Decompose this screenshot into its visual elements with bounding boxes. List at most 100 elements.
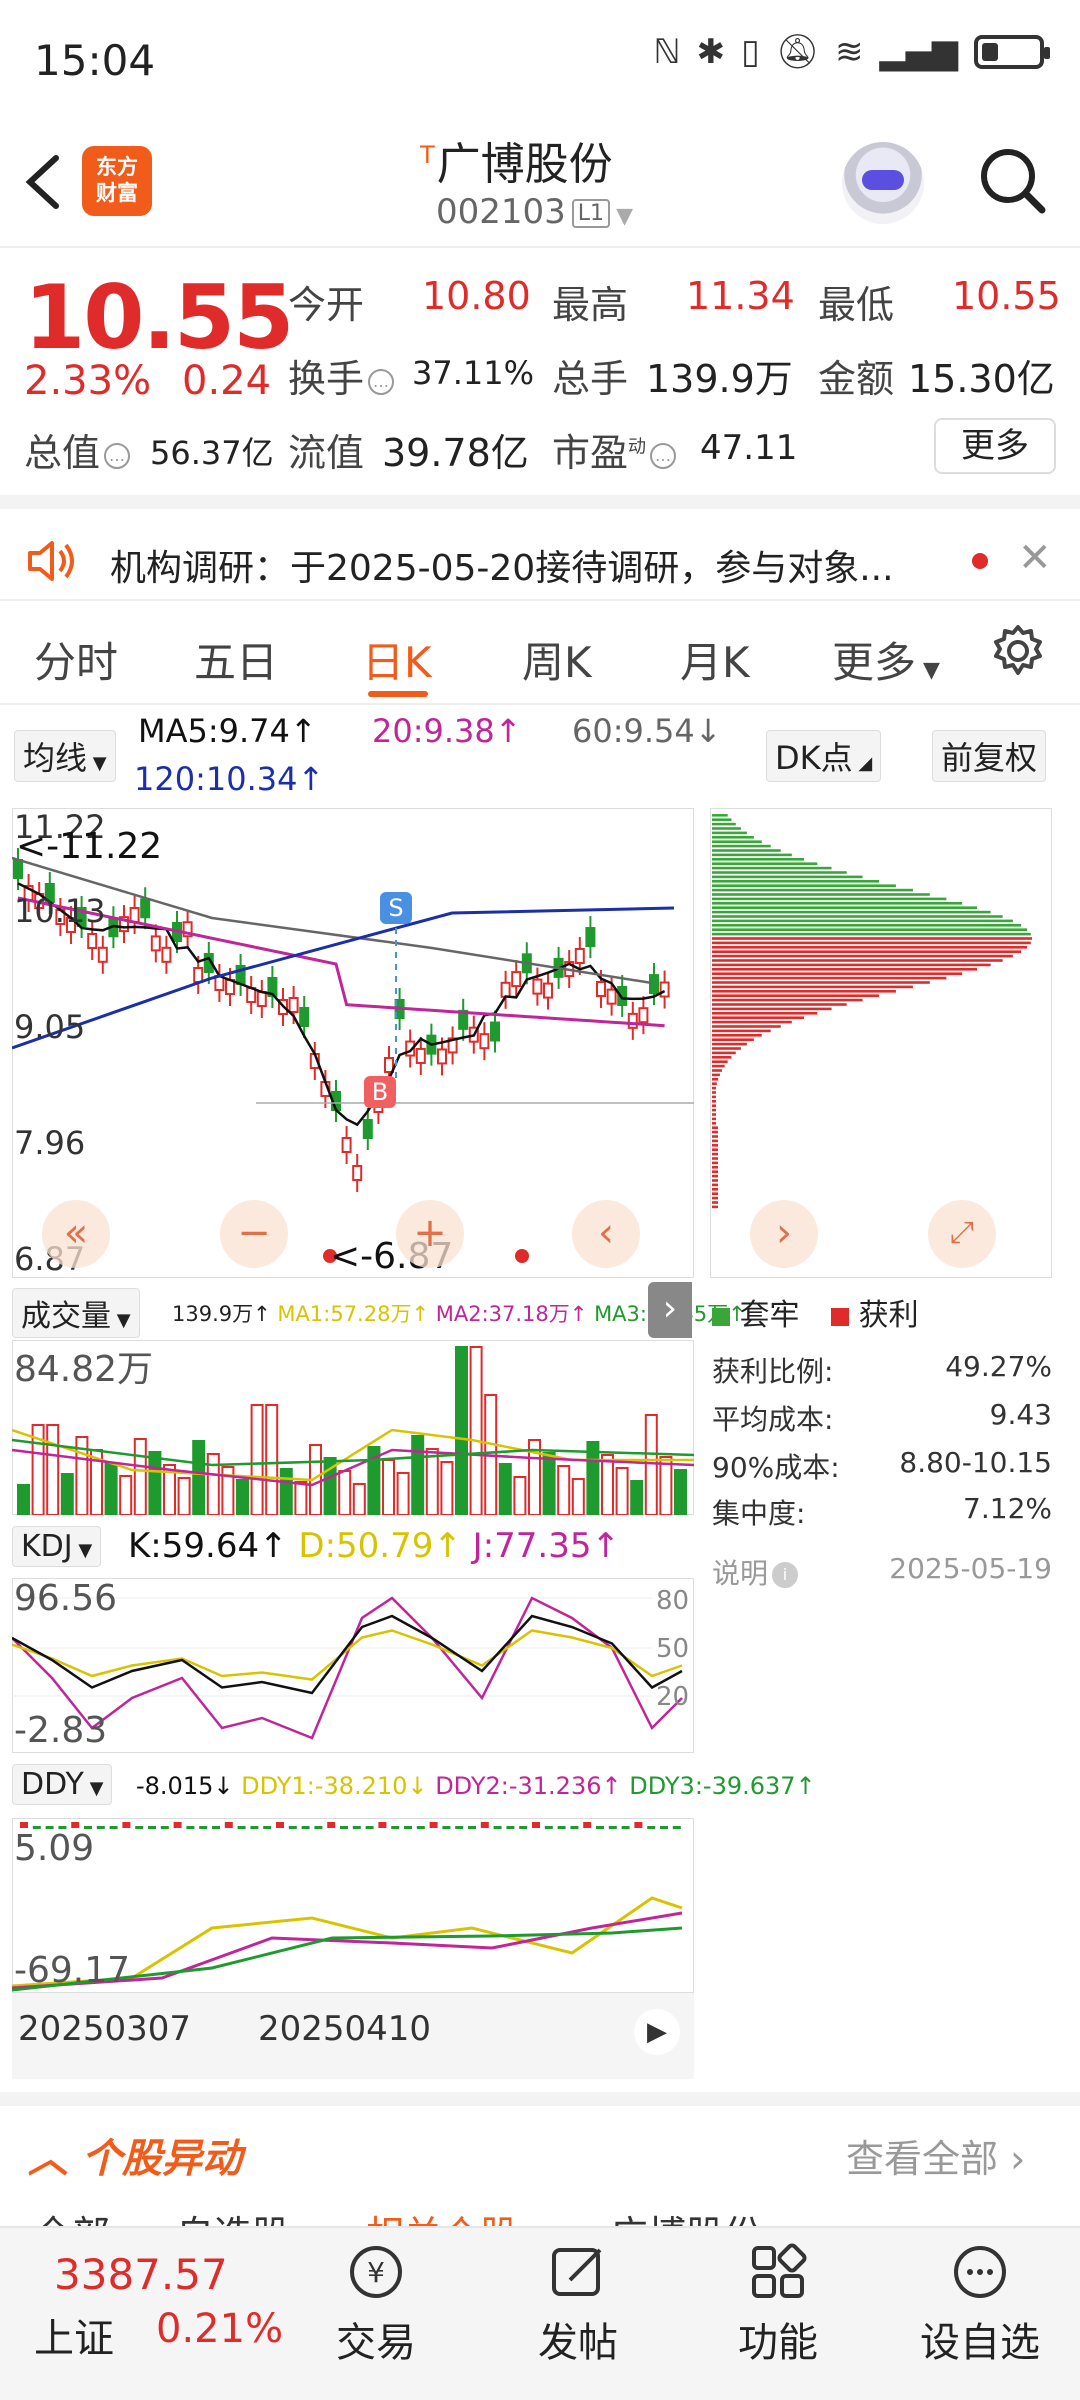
- note-label[interactable]: 说明: [712, 1557, 768, 1590]
- date-axis: 20250307 20250410 ▶: [12, 1993, 694, 2079]
- nav-functions-label: 功能: [738, 2320, 818, 2366]
- sell-tag[interactable]: S: [380, 892, 412, 924]
- close-icon[interactable]: ✕: [1018, 535, 1052, 581]
- zoom-in-icon[interactable]: +: [396, 1200, 464, 1268]
- volume-bar: [133, 1438, 147, 1516]
- chip-bar: [712, 1012, 818, 1015]
- chevron-right-icon[interactable]: ›: [750, 1200, 818, 1268]
- ddy-bar: [570, 1826, 579, 1829]
- dk-point-selector[interactable]: DK点 ◢: [766, 730, 882, 782]
- view-all-label: 查看全部: [846, 2137, 999, 2181]
- tab-intraday[interactable]: 分时: [34, 629, 118, 690]
- kdj-j: J:77.35↑: [472, 1526, 620, 1566]
- view-all-link[interactable]: 查看全部 ›: [846, 2128, 1025, 2183]
- robot-assistant-avatar[interactable]: [842, 142, 924, 224]
- nav-post-label: 发帖: [538, 2320, 618, 2366]
- ddy-bar: [557, 1826, 566, 1829]
- volume-bar: [177, 1477, 191, 1516]
- ddy-chart[interactable]: 5.09 -69.17: [11, 1818, 694, 1993]
- stock-name-text: 广博股份: [436, 139, 613, 190]
- kdj-y-max: 96.56: [14, 1578, 118, 1619]
- nav-add-watchlist[interactable]: 设自选: [910, 2242, 1050, 2368]
- ddy-header: DDY ▼ -8.015↓ DDY1:-38.210↓ DDY2:-31.236…: [12, 1758, 816, 1814]
- chip-bar: [712, 1192, 718, 1195]
- chip-bar: [712, 1139, 718, 1143]
- back-button[interactable]: [22, 152, 62, 227]
- volume-selector[interactable]: 成交量 ▼: [12, 1288, 140, 1338]
- tab-five-day[interactable]: 五日: [194, 629, 278, 690]
- total-cap-label-text: 总值: [24, 431, 101, 475]
- ddy-selector[interactable]: DDY ▼: [12, 1764, 113, 1805]
- concentration-label: 集中度:: [712, 1497, 806, 1530]
- status-time: 15:04: [34, 36, 156, 85]
- tab-weekly-k[interactable]: 周K: [522, 629, 592, 690]
- nav-functions[interactable]: 功能: [708, 2242, 848, 2368]
- expand-panel-button[interactable]: ›: [648, 1282, 692, 1338]
- chip-bar: [712, 950, 1022, 953]
- ddy-y-min: -69.17: [14, 1950, 131, 1991]
- stock-code[interactable]: 002103 L1 ▼: [436, 192, 633, 232]
- chip-bar: [712, 1042, 747, 1046]
- kdj-chart[interactable]: 96.56 -2.83 80 50 20: [11, 1578, 694, 1753]
- index-percent: 0.21%: [156, 2306, 284, 2352]
- chevron-up-icon: ︿: [28, 2136, 82, 2182]
- adjust-selector[interactable]: 前复权: [932, 730, 1047, 782]
- volume-bar: [411, 1435, 425, 1516]
- chip-bar: [712, 1122, 716, 1125]
- buy-tag[interactable]: B: [364, 1076, 396, 1108]
- ddy-bar: [544, 1826, 553, 1829]
- tab-more-label: 更多: [832, 638, 917, 687]
- info-icon[interactable]: i: [772, 1562, 799, 1588]
- chevron-right-icon: ›: [998, 2137, 1026, 2181]
- ddy-bar: [365, 1826, 374, 1829]
- info-icon[interactable]: …: [368, 368, 395, 395]
- chip-bar: [712, 963, 991, 967]
- volume-bar: [206, 1453, 220, 1516]
- turnover-value: 37.11%: [412, 354, 535, 392]
- play-icon[interactable]: ▶: [634, 2009, 680, 2055]
- chip-bar: [712, 1007, 832, 1011]
- ddy-bar: [506, 1826, 515, 1829]
- candle-body: [596, 981, 606, 998]
- tab-monthly-k[interactable]: 月K: [680, 629, 750, 690]
- tab-more[interactable]: 更多 ▼: [832, 629, 940, 690]
- settings-button[interactable]: [990, 623, 1046, 679]
- pe-sup: 动: [628, 436, 647, 458]
- candle-body: [574, 947, 585, 964]
- tab-daily-k[interactable]: 日K: [362, 629, 432, 690]
- news-banner[interactable]: 机构调研：于2025-05-20接待调研，参与对象... ✕: [0, 495, 1080, 601]
- caret-down-icon: ▼: [111, 1310, 131, 1331]
- volume-bar: [513, 1476, 527, 1516]
- volume-bar: [250, 1404, 264, 1516]
- rewind-icon[interactable]: «: [42, 1200, 110, 1268]
- more-button[interactable]: 更多: [934, 418, 1056, 474]
- volume-chart[interactable]: 84.82万: [11, 1340, 695, 1516]
- candle-body: [193, 967, 204, 983]
- app-logo[interactable]: 东方 财富: [82, 146, 152, 216]
- expand-icon[interactable]: ⤢: [928, 1200, 996, 1268]
- kdj-d: D:50.79↑: [298, 1526, 462, 1566]
- ddy-bar: [327, 1822, 336, 1828]
- ma-selector[interactable]: 均线 ▼: [14, 730, 116, 782]
- chip-bar: [712, 1144, 718, 1147]
- chip-bar: [712, 1104, 716, 1107]
- nav-post[interactable]: 发帖: [508, 2242, 648, 2368]
- mute-icon: 🔕︎: [775, 32, 820, 72]
- kline-chart[interactable]: 11.22 10.13 9.05 7.96 6.87 <-11.22 <-6.8…: [11, 808, 694, 1278]
- chip-bar: [712, 836, 754, 839]
- info-icon[interactable]: …: [104, 442, 131, 469]
- nav-trade[interactable]: ¥ 交易: [306, 2242, 446, 2368]
- stock-header: 东方 财富 T广博股份 002103 L1 ▼: [0, 118, 1080, 248]
- candle-body: [606, 988, 617, 1005]
- zoom-out-icon[interactable]: −: [220, 1200, 288, 1268]
- ddy-bar: [160, 1826, 169, 1829]
- search-button[interactable]: [978, 146, 1048, 216]
- index-ticker[interactable]: 3387.57 上证 0.21%: [0, 2228, 290, 2400]
- chip-bar: [712, 888, 913, 892]
- kdj-selector[interactable]: KDJ ▼: [12, 1526, 102, 1567]
- info-icon[interactable]: …: [650, 442, 677, 469]
- ddy-bar: [391, 1826, 400, 1829]
- chip-bar: [712, 1205, 718, 1209]
- chevron-left-icon[interactable]: ‹: [572, 1200, 640, 1268]
- ddy-bar: [96, 1826, 105, 1829]
